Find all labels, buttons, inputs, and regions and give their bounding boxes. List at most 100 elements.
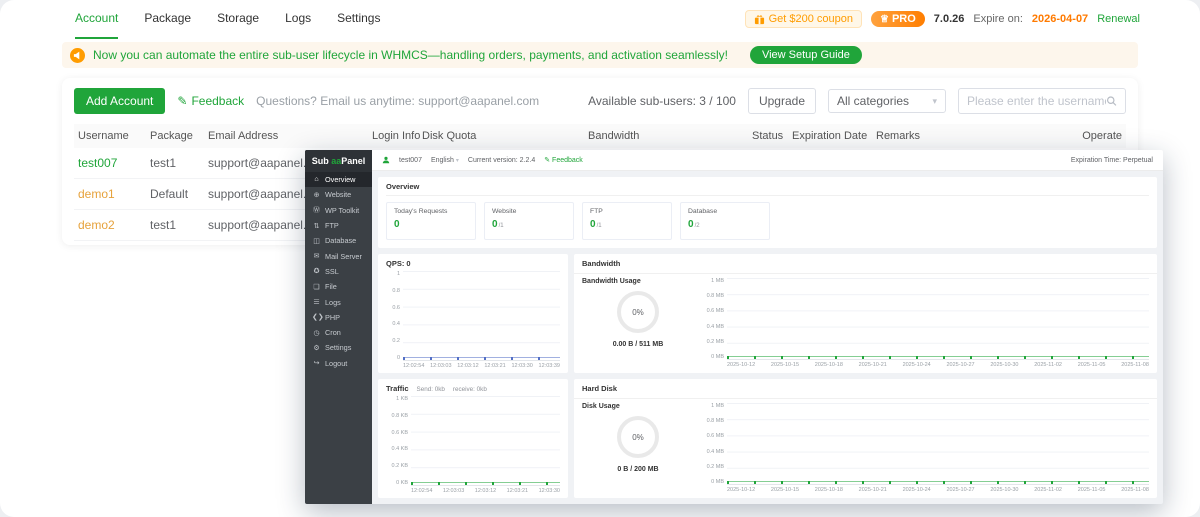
traffic-title: Traffic Send: 0kb receive: 0kb <box>386 384 560 393</box>
menu-icon: Ⓦ <box>312 205 321 215</box>
pro-badge[interactable]: ♕ PRO <box>871 11 925 27</box>
language-select[interactable]: English ▾ <box>431 157 459 164</box>
x-tick: 2025-10-18 <box>815 362 843 368</box>
x-tick: 2025-11-02 <box>1034 487 1062 493</box>
upgrade-button[interactable]: Upgrade <box>748 88 816 114</box>
stat-value: 0 <box>394 219 468 230</box>
sidebar-item[interactable]: ↪ Logout <box>305 356 372 371</box>
traffic-receive-legend: receive: 0kb <box>453 386 487 393</box>
x-tick: 2025-10-12 <box>727 362 755 368</box>
sidebar-item-label: FTP <box>325 221 339 230</box>
sidebar-item[interactable]: ⌂ Overview <box>305 172 372 187</box>
x-tick: 2025-10-24 <box>903 487 931 493</box>
y-tick: 0.8 MB <box>707 293 724 299</box>
sidebar-item[interactable]: ⚙ Settings <box>305 340 372 355</box>
sidebar-item[interactable]: ⇅ FTP <box>305 218 372 233</box>
y-tick: 0.4 <box>392 321 400 327</box>
sidebar-item[interactable]: ✪ SSL <box>305 264 372 279</box>
stat-card[interactable]: Website 0/1 <box>484 202 574 240</box>
category-selected-value: All categories <box>837 94 909 108</box>
y-tick: 0 MB <box>711 354 724 360</box>
username-link[interactable]: demo2 <box>78 218 115 232</box>
stat-card[interactable]: FTP 0/1 <box>582 202 672 240</box>
sidebar-item-label: Cron <box>325 328 341 337</box>
pro-label: PRO <box>892 13 916 25</box>
series-dots <box>727 481 1149 484</box>
y-tick: 0.8 MB <box>707 418 724 424</box>
subpanel-user[interactable]: test007 <box>399 157 422 164</box>
promo-banner: Now you can automate the entire sub-user… <box>62 42 1138 68</box>
sidebar-item[interactable]: ❮❯ PHP <box>305 310 372 325</box>
sidebar-item[interactable]: ◷ Cron <box>305 325 372 340</box>
tab-package[interactable]: Package <box>144 0 191 39</box>
col-bandwidth: Bandwidth <box>584 124 748 148</box>
feedback-link[interactable]: ✎ Feedback <box>177 94 244 108</box>
harddisk-card: Hard Disk Disk Usage 0% 0 B / 200 MB 1 M… <box>574 379 1157 498</box>
x-tick: 2025-10-15 <box>771 362 799 368</box>
coupon-label: Get $200 coupon <box>769 13 853 25</box>
username-link[interactable]: demo1 <box>78 187 115 201</box>
disk-gauge: 0% <box>617 416 659 458</box>
package-cell: test1 <box>146 210 204 241</box>
sidebar-item-label: File <box>325 282 337 291</box>
x-tick: 12:03:21 <box>507 488 528 494</box>
tab-account[interactable]: Account <box>75 0 118 39</box>
subpanel-version: Current version: 2.2.4 <box>468 157 535 164</box>
stat-card[interactable]: Database 0/2 <box>680 202 770 240</box>
coupon-button[interactable]: Get $200 coupon <box>745 10 862 28</box>
col-login-info: Login Info <box>368 124 418 148</box>
col-operate: Operate <box>952 124 1126 148</box>
stat-label: Website <box>492 208 566 215</box>
traffic-card: Traffic Send: 0kb receive: 0kb 1 KB0.8 K… <box>378 379 568 498</box>
col-disk-quota: Disk Quota <box>418 124 584 148</box>
search-input[interactable] <box>967 89 1106 113</box>
megaphone-icon <box>70 48 85 63</box>
sidebar-item[interactable]: ◫ Database <box>305 233 372 248</box>
qps-title: QPS: 0 <box>386 259 560 268</box>
crown-icon: ♕ <box>880 14 889 25</box>
y-tick: 0.4 MB <box>707 324 724 330</box>
y-tick: 0.6 MB <box>707 433 724 439</box>
x-tick: 2025-11-05 <box>1078 487 1106 493</box>
menu-icon: ❏ <box>312 283 321 291</box>
x-tick: 2025-11-02 <box>1034 362 1062 368</box>
add-account-button[interactable]: Add Account <box>74 88 165 114</box>
col-remarks: Remarks <box>872 124 952 148</box>
edit-icon: ✎ <box>177 94 187 108</box>
y-tick: 0.6 KB <box>391 430 408 436</box>
harddisk-chart: 1 MB0.8 MB0.6 MB0.4 MB0.2 MB0 MB 2025-10… <box>700 403 1149 493</box>
y-tick: 0.6 <box>392 305 400 311</box>
x-tick: 12:03:30 <box>539 488 560 494</box>
bandwidth-title: Bandwidth <box>574 254 1157 274</box>
sidebar-item[interactable]: ✉ Mail Server <box>305 248 372 263</box>
stat-suffix: /1 <box>597 223 602 229</box>
x-tick: 2025-10-18 <box>815 487 843 493</box>
sidebar-item-label: WP Toolkit <box>325 206 359 215</box>
search-icon[interactable] <box>1106 95 1117 107</box>
qps-plot-area <box>403 271 560 361</box>
menu-icon: ☰ <box>312 298 321 306</box>
tab-logs[interactable]: Logs <box>285 0 311 39</box>
stat-value: 0/2 <box>688 219 762 230</box>
subpanel-main: Overview Today's Requests 0 Website 0/1 … <box>372 171 1163 504</box>
category-select[interactable]: All categories ▾ <box>828 89 946 113</box>
renewal-link[interactable]: Renewal <box>1097 13 1140 25</box>
tab-storage[interactable]: Storage <box>217 0 259 39</box>
view-setup-guide-button[interactable]: View Setup Guide <box>750 46 862 64</box>
sidebar-item-label: Settings <box>325 343 351 352</box>
sidebar-item-label: PHP <box>325 313 340 322</box>
stat-card[interactable]: Today's Requests 0 <box>386 202 476 240</box>
disk-gauge-block: Disk Usage 0% 0 B / 200 MB <box>582 403 694 493</box>
sidebar-item[interactable]: Ⓦ WP Toolkit <box>305 203 372 218</box>
sidebar-item[interactable]: ⊕ Website <box>305 187 372 202</box>
subpanel-feedback-link[interactable]: ✎ Feedback <box>544 156 583 164</box>
x-tick: 12:03:21 <box>484 363 505 369</box>
sidebar-item[interactable]: ❏ File <box>305 279 372 294</box>
banner-text: Now you can automate the entire sub-user… <box>93 48 728 62</box>
sidebar-item[interactable]: ☰ Logs <box>305 294 372 309</box>
x-tick: 12:02:54 <box>411 488 432 494</box>
tab-settings[interactable]: Settings <box>337 0 380 39</box>
username-link[interactable]: test007 <box>78 156 117 170</box>
subpanel-menu: ⌂ Overview ⊕ Website Ⓦ WP Toolkit ⇅ FTP … <box>305 172 372 371</box>
menu-icon: ↪ <box>312 359 321 367</box>
